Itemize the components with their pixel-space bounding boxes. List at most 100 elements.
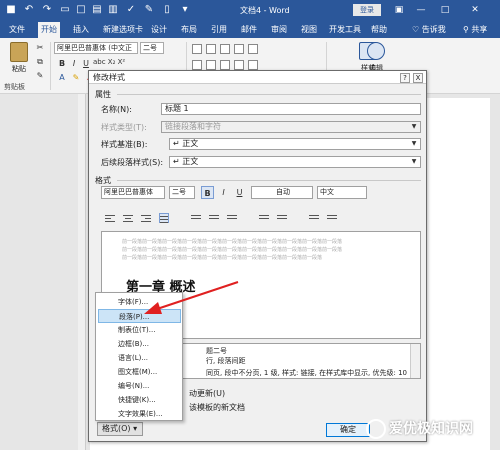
spell-icon[interactable]: ✓ bbox=[124, 3, 138, 17]
space-before-icon[interactable] bbox=[259, 213, 269, 223]
tab-file[interactable]: 文件 bbox=[6, 22, 28, 38]
space-after-icon[interactable] bbox=[277, 213, 287, 223]
align-left-icon[interactable] bbox=[192, 60, 202, 70]
bold-button[interactable]: B bbox=[56, 58, 68, 70]
description-line: 同页, 段中不分页, 1 级, 样式: 链接, 在样式库中显示, 优先级: 10 bbox=[206, 369, 408, 377]
new-icon[interactable]: □ bbox=[74, 3, 88, 17]
tab-review[interactable]: 审阅 bbox=[268, 22, 290, 38]
language-select[interactable]: 中文 bbox=[317, 186, 367, 199]
underline-button[interactable]: U bbox=[80, 58, 92, 70]
tab-mailings[interactable]: 邮件 bbox=[238, 22, 260, 38]
tab-layout[interactable]: 布局 bbox=[178, 22, 200, 38]
numbering-icon[interactable] bbox=[206, 44, 216, 54]
cut-icon[interactable]: ✂ bbox=[34, 42, 46, 54]
description-line: 题二号 bbox=[206, 347, 227, 355]
highlight-icon[interactable]: ✎ bbox=[70, 72, 82, 84]
line-spacing-single-icon[interactable] bbox=[191, 213, 201, 223]
customize-qa-icon[interactable]: ▾ bbox=[178, 3, 192, 17]
format-painter-icon[interactable]: ✎ bbox=[34, 70, 46, 82]
divider bbox=[50, 42, 51, 90]
align-right-icon[interactable] bbox=[220, 60, 230, 70]
minimize-icon[interactable]: — bbox=[412, 2, 430, 18]
menu-item-language[interactable]: 语言(L)... bbox=[98, 351, 181, 365]
name-input[interactable]: 标题 1 bbox=[161, 103, 421, 115]
menu-item-frame[interactable]: 图文框(M)... bbox=[98, 365, 181, 379]
align-left-icon[interactable] bbox=[105, 213, 115, 223]
increase-indent-icon[interactable] bbox=[327, 213, 337, 223]
tab-design[interactable]: 设计 bbox=[148, 22, 170, 38]
dialog-underline-button[interactable]: U bbox=[233, 186, 246, 199]
document-icon[interactable]: ▯ bbox=[160, 3, 174, 17]
tab-help[interactable]: 帮助 bbox=[368, 22, 390, 38]
auto-update-checkbox[interactable]: 动更新(U) bbox=[189, 388, 225, 399]
close-dialog-button[interactable]: X bbox=[413, 73, 423, 83]
align-right-icon[interactable] bbox=[141, 213, 151, 223]
preview-previous-paragraph: 前一段落前一段落前一段落前一段落前一段落前一段落前一段落前一段落前一段落前一段落 bbox=[122, 255, 323, 261]
tab-view[interactable]: 视图 bbox=[298, 22, 320, 38]
dialog-title: 修改样式 bbox=[89, 71, 426, 84]
menu-item-numbering[interactable]: 编号(N)... bbox=[98, 379, 181, 393]
paste-button[interactable]: 粘贴 bbox=[6, 42, 32, 76]
description-line: 行, 段落间距 bbox=[206, 357, 246, 365]
maximize-icon[interactable]: □ bbox=[436, 2, 454, 18]
format-menu-button[interactable]: 格式(O) ▾ bbox=[97, 422, 143, 436]
tab-insert[interactable]: 插入 bbox=[70, 22, 92, 38]
based-on-select[interactable]: ↵ 正文 ▼ bbox=[169, 138, 421, 150]
menu-item-shortcut-key[interactable]: 快捷键(K)... bbox=[98, 393, 181, 407]
preview-icon[interactable]: ▥ bbox=[106, 3, 120, 17]
font-name-select[interactable]: 阿里巴巴普惠体 (中文正 bbox=[54, 42, 138, 54]
dialog-font-select[interactable]: 阿里巴巴普惠体 bbox=[101, 186, 165, 199]
ribbon-options-icon[interactable]: ▣ bbox=[390, 2, 408, 18]
bullets-icon[interactable] bbox=[192, 44, 202, 54]
divider bbox=[117, 94, 421, 95]
menu-item-tabs[interactable]: 制表位(T)... bbox=[98, 323, 181, 337]
dialog-bold-button[interactable]: B bbox=[201, 186, 214, 199]
strike-sub-sup-buttons[interactable]: abc X₂ X² bbox=[93, 58, 125, 66]
multilevel-icon[interactable] bbox=[220, 44, 230, 54]
justify-icon[interactable] bbox=[159, 213, 169, 223]
save-icon[interactable]: ■ bbox=[4, 3, 18, 17]
tab-developer[interactable]: 开发工具 bbox=[326, 22, 364, 38]
line-spacing-15-icon[interactable] bbox=[209, 213, 219, 223]
login-button[interactable]: 登录 bbox=[353, 4, 381, 16]
new-docs-radio[interactable]: 该模板的新文档 bbox=[189, 402, 245, 413]
copy-icon[interactable]: ⧉ bbox=[34, 56, 46, 68]
font-color-select[interactable]: 自动 bbox=[251, 186, 313, 199]
tab-new-tab[interactable]: 新建选项卡 bbox=[100, 22, 146, 38]
tell-me-box[interactable]: ♡ 告诉我 bbox=[412, 22, 446, 38]
justify-icon[interactable] bbox=[234, 60, 244, 70]
paste-label: 粘贴 bbox=[12, 65, 26, 73]
description-scrollbar[interactable] bbox=[410, 344, 420, 378]
decrease-indent-icon[interactable] bbox=[309, 213, 319, 223]
style-type-label: 样式类型(T): bbox=[101, 123, 147, 132]
share-button[interactable]: ⚲ 共享 bbox=[463, 22, 487, 38]
line-spacing-icon[interactable] bbox=[248, 60, 258, 70]
preview-previous-paragraph: 前一段落前一段落前一段落前一段落前一段落前一段落前一段落前一段落前一段落前一段落… bbox=[122, 247, 343, 253]
next-style-select[interactable]: ↵ 正文 ▼ bbox=[169, 156, 421, 168]
line-spacing-double-icon[interactable] bbox=[227, 213, 237, 223]
tab-references[interactable]: 引用 bbox=[208, 22, 230, 38]
watermark: 爱优极知识网 bbox=[366, 418, 473, 439]
undo-icon[interactable]: ↶ bbox=[22, 3, 36, 17]
font-size-select[interactable]: 二号 bbox=[140, 42, 164, 54]
redo-icon[interactable]: ↷ bbox=[40, 3, 54, 17]
next-style-label: 后续段落样式(S): bbox=[101, 158, 164, 167]
align-center-icon[interactable] bbox=[123, 213, 133, 223]
print-icon[interactable]: ▤ bbox=[90, 3, 104, 17]
ok-button[interactable]: 确定 bbox=[326, 423, 370, 437]
name-value: 标题 1 bbox=[165, 104, 189, 113]
tab-home[interactable]: 开始 bbox=[38, 22, 60, 38]
dialog-size-select[interactable]: 二号 bbox=[169, 186, 195, 199]
menu-item-text-effects[interactable]: 文字效果(E)... bbox=[98, 407, 181, 421]
dialog-italic-button[interactable]: I bbox=[217, 186, 230, 199]
italic-button[interactable]: I bbox=[68, 58, 80, 70]
increase-indent-icon[interactable] bbox=[248, 44, 258, 54]
text-effects-icon[interactable]: A bbox=[56, 72, 68, 84]
close-window-icon[interactable]: ✕ bbox=[466, 2, 484, 18]
decrease-indent-icon[interactable] bbox=[234, 44, 244, 54]
align-center-icon[interactable] bbox=[206, 60, 216, 70]
help-button[interactable]: ? bbox=[400, 73, 410, 83]
format-painter-icon[interactable]: ✎ bbox=[142, 3, 156, 17]
menu-item-border[interactable]: 边框(B)... bbox=[98, 337, 181, 351]
open-icon[interactable]: ▭ bbox=[58, 3, 72, 17]
